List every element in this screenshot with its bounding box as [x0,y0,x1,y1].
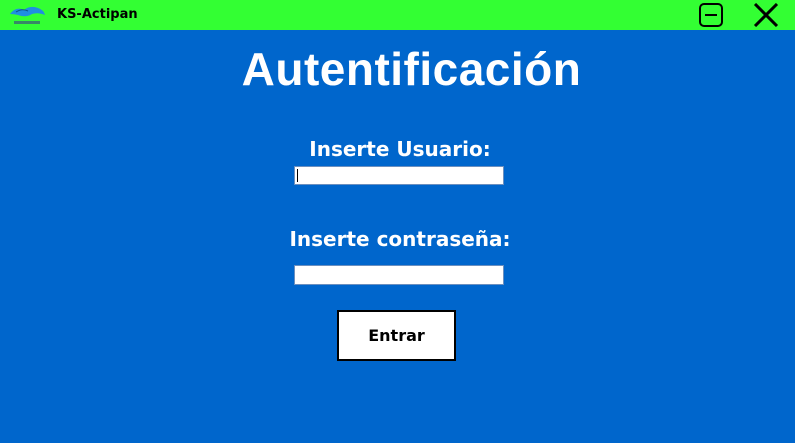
page-title: Autentificación [241,43,582,95]
minimize-button[interactable] [699,3,723,27]
login-window: KS-Actipan Autentificación Inserte Usuar… [0,0,795,443]
username-label: Inserte Usuario: [309,137,491,161]
enter-button[interactable]: Entrar [337,310,456,361]
close-button[interactable] [753,3,779,27]
window-title: KS-Actipan [57,7,138,22]
title-bar: KS-Actipan [0,0,795,30]
password-label: Inserte contraseña: [289,227,511,251]
ks-actipan-logo-icon [10,6,45,24]
password-input[interactable] [294,265,504,285]
text-caret [297,169,298,182]
username-input[interactable] [294,166,504,185]
